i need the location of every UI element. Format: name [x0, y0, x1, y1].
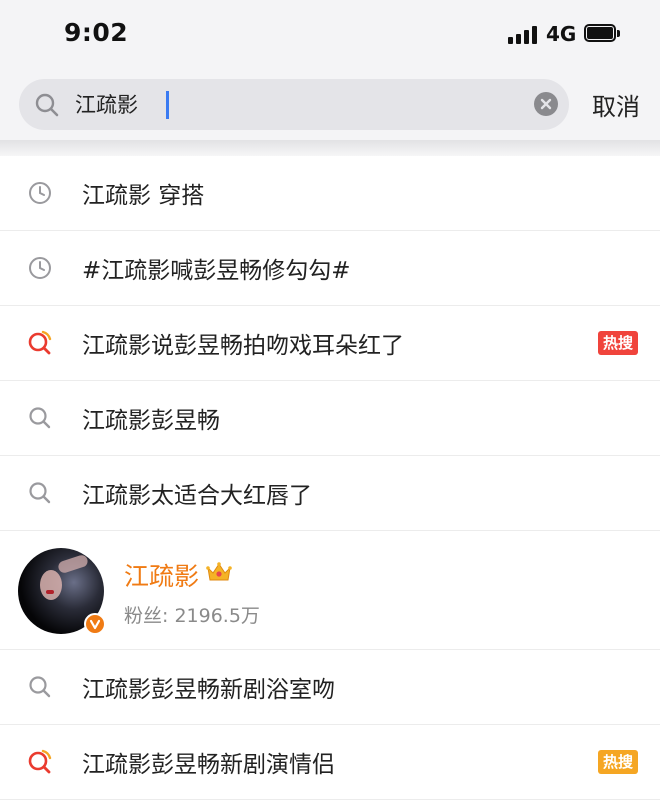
cellular-signal-icon [508, 26, 540, 44]
search-bar[interactable] [19, 79, 569, 130]
search-input[interactable] [75, 87, 515, 121]
suggestion-row[interactable]: #江疏影喊彭昱畅修勾勾# [0, 231, 660, 306]
header-area: 9:02 4G 取消 [0, 0, 660, 140]
suggestion-label: #江疏影喊彭昱畅修勾勾# [82, 258, 351, 284]
user-name: 江疏影 [124, 562, 200, 591]
suggestion-label: 江疏影彭昱畅新剧浴室吻 [82, 677, 335, 703]
text-cursor [166, 91, 169, 119]
suggestion-row[interactable]: 江疏影彭昱畅新剧演情侣 热搜 [0, 725, 660, 800]
suggestion-row[interactable]: 江疏影 穿搭 [0, 156, 660, 231]
suggestion-list: 江疏影 穿搭 #江疏影喊彭昱畅修勾勾# 江疏影说彭昱畅拍吻戏耳朵红了 热搜 江疏影彭昱畅… [0, 156, 660, 800]
crown-icon [206, 561, 232, 583]
hot-search-icon [27, 749, 53, 775]
header-divider [0, 140, 660, 156]
suggestion-row[interactable]: 江疏影彭昱畅 [0, 381, 660, 456]
hot-search-icon [27, 330, 53, 356]
suggestion-label: 江疏影说彭昱畅拍吻戏耳朵红了 [82, 333, 404, 359]
suggestion-label: 江疏影彭昱畅 [82, 408, 220, 434]
status-time: 9:02 [64, 18, 129, 47]
history-clock-icon [27, 180, 53, 206]
suggestion-label: 江疏影彭昱畅新剧演情侣 [82, 752, 335, 778]
search-icon [27, 674, 53, 700]
cancel-button[interactable]: 取消 [592, 87, 640, 122]
battery-icon [584, 24, 620, 44]
suggestion-label: 江疏影 穿搭 [82, 183, 205, 209]
suggestion-row[interactable]: 江疏影彭昱畅新剧浴室吻 [0, 650, 660, 725]
clear-icon [540, 98, 552, 110]
suggestion-row[interactable]: 江疏影太适合大红唇了 [0, 456, 660, 531]
history-clock-icon [27, 255, 53, 281]
search-icon [27, 480, 53, 506]
search-icon [27, 405, 53, 431]
status-bar: 9:02 4G [0, 0, 660, 70]
follower-count: 粉丝: 2196.5万 [124, 605, 260, 627]
hot-badge: 热搜 [597, 331, 638, 355]
clear-search-button[interactable] [534, 92, 558, 116]
user-result-card[interactable]: 江疏影 粉丝: 2196.5万 [0, 531, 660, 650]
search-icon [33, 91, 61, 119]
hot-badge: 热搜 [597, 750, 638, 774]
suggestion-label: 江疏影太适合大红唇了 [82, 483, 312, 509]
network-type: 4G [546, 22, 577, 46]
verified-badge-icon [84, 613, 106, 635]
suggestion-row[interactable]: 江疏影说彭昱畅拍吻戏耳朵红了 热搜 [0, 306, 660, 381]
